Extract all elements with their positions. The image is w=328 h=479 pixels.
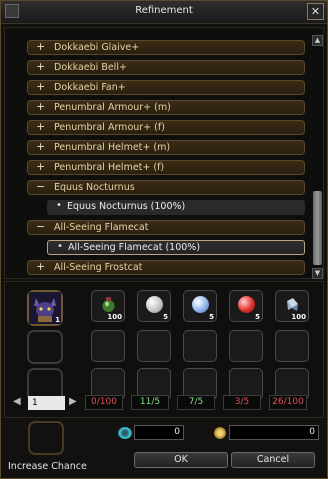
page-input[interactable]: 1 — [28, 396, 65, 410]
scroll-up-button[interactable]: ▲ — [312, 35, 323, 46]
refinement-window: Refinement ✕ + Dokkaebi Glaive+ + Dokkaebi… — [0, 0, 328, 479]
expand-icon: + — [36, 40, 46, 53]
ok-button[interactable]: OK — [134, 452, 228, 468]
list-row[interactable]: + Dokkaebi Bell+ — [27, 60, 305, 75]
scroll-thumb[interactable] — [313, 191, 322, 265]
recipe-label: Equus Nocturnus (100%) — [67, 201, 186, 212]
list-row[interactable]: + Penumbral Armour+ (f) — [27, 120, 305, 135]
list-row[interactable]: + Dokkaebi Glaive+ — [27, 40, 305, 55]
expand-icon: + — [36, 120, 46, 133]
material-slot[interactable]: 100 — [275, 290, 309, 322]
expand-icon: + — [36, 160, 46, 173]
empty-material-slot[interactable] — [137, 330, 171, 362]
material-counter: 26/100 — [269, 395, 307, 410]
value-field-1[interactable]: 0 — [134, 425, 184, 440]
row-label: Penumbral Armour+ (m) — [54, 102, 171, 113]
list-scrollbar[interactable]: ▲ ▼ — [312, 35, 323, 279]
material-count: 100 — [107, 313, 122, 321]
scroll-down-button[interactable]: ▼ — [312, 268, 323, 279]
eye-icon — [118, 427, 132, 439]
prev-page-icon[interactable]: ◀ — [13, 396, 21, 407]
empty-material-slot[interactable] — [91, 330, 125, 362]
recipe-label: All-Seeing Flamecat (100%) — [68, 242, 201, 253]
material-count: 5 — [255, 313, 260, 321]
list-row[interactable]: + Dokkaebi Fan+ — [27, 80, 305, 95]
coin-icon — [214, 427, 226, 439]
material-slot[interactable]: 5 — [183, 290, 217, 322]
row-label: All-Seeing Flamecat — [54, 222, 149, 233]
material-counter: 0/100 — [85, 395, 123, 410]
collapse-icon: − — [36, 220, 46, 233]
list-row[interactable]: + Penumbral Armour+ (m) — [27, 100, 305, 115]
list-row[interactable]: − All-Seeing Flamecat — [27, 220, 305, 235]
blue-orb-icon — [192, 296, 209, 313]
material-count: 100 — [291, 313, 306, 321]
recipe-item[interactable]: • Equus Nocturnus (100%) — [47, 200, 305, 215]
recipe-item-selected[interactable]: • All-Seeing Flamecat (100%) — [47, 240, 305, 255]
material-counter: 11/5 — [131, 395, 169, 410]
material-slot[interactable]: 5 — [137, 290, 171, 322]
collapse-icon: − — [36, 180, 46, 193]
target-count: 1 — [55, 316, 60, 324]
increase-chance-label: Increase Chance — [8, 461, 87, 472]
potion-icon — [102, 297, 115, 312]
empty-material-slot[interactable] — [229, 330, 263, 362]
row-label: All-Seeing Frostcat — [54, 262, 143, 273]
window-title: Refinement — [135, 5, 193, 16]
title-bar[interactable]: Refinement ✕ — [1, 1, 327, 24]
row-label: Penumbral Helmet+ (f) — [54, 162, 165, 173]
recipe-list: + Dokkaebi Glaive+ + Dokkaebi Bell+ + Dokka… — [4, 27, 324, 279]
material-count: 5 — [209, 313, 214, 321]
close-button[interactable]: ✕ — [307, 3, 324, 20]
row-label: Dokkaebi Glaive+ — [54, 42, 140, 53]
material-slot[interactable]: 5 — [229, 290, 263, 322]
crystal-icon — [287, 298, 298, 311]
bullet-icon: • — [57, 241, 63, 252]
value-field-2[interactable]: 0 — [229, 425, 319, 440]
white-orb-icon — [146, 296, 163, 313]
material-count: 5 — [163, 313, 168, 321]
material-slot[interactable]: 100 — [91, 290, 125, 322]
empty-slot[interactable] — [27, 330, 63, 364]
material-counter: 3/5 — [223, 395, 261, 410]
empty-material-slot[interactable] — [183, 330, 217, 362]
material-counter: 7/5 — [177, 395, 215, 410]
cancel-button[interactable]: Cancel — [231, 452, 315, 468]
bullet-icon: • — [56, 200, 62, 211]
list-row[interactable]: + Penumbral Helmet+ (m) — [27, 140, 305, 155]
row-label: Equus Nocturnus — [54, 182, 135, 193]
row-label: Dokkaebi Fan+ — [54, 82, 126, 93]
target-item-slot[interactable]: 1 — [27, 290, 63, 326]
next-page-icon[interactable]: ▶ — [69, 396, 77, 407]
list-row[interactable]: + All-Seeing Frostcat — [27, 260, 305, 275]
expand-icon: + — [36, 100, 46, 113]
row-label: Penumbral Helmet+ (m) — [54, 142, 171, 153]
empty-material-slot[interactable] — [275, 330, 309, 362]
expand-icon: + — [36, 260, 46, 273]
increase-chance-slot[interactable] — [28, 421, 64, 455]
row-label: Penumbral Armour+ (f) — [54, 122, 165, 133]
red-orb-icon — [238, 296, 255, 313]
expand-icon: + — [36, 60, 46, 73]
list-row[interactable]: − Equus Nocturnus — [27, 180, 305, 195]
list-row[interactable]: + Penumbral Helmet+ (f) — [27, 160, 305, 175]
expand-icon: + — [36, 140, 46, 153]
bottom-panel: Increase Chance 0 0 OK Cancel — [4, 420, 324, 475]
expand-icon: + — [36, 80, 46, 93]
row-label: Dokkaebi Bell+ — [54, 62, 127, 73]
